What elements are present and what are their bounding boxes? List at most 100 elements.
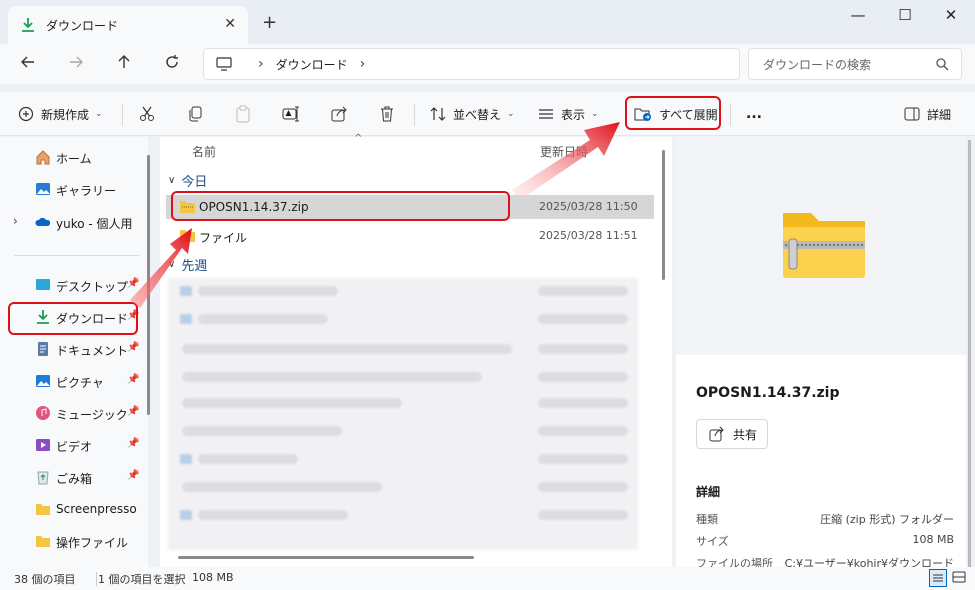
delete-button[interactable]: [378, 98, 396, 130]
rename-button[interactable]: [282, 98, 300, 130]
sidebar-item-music[interactable]: ミュージック 📌: [0, 398, 145, 428]
paste-button[interactable]: [234, 98, 252, 130]
sidebar-item-label: ピクチャ: [56, 376, 104, 390]
clipboard-icon: [236, 105, 250, 123]
chevron-down-icon: ⌄: [591, 109, 599, 119]
prop-value: 圧縮 (zip 形式) フォルダー: [820, 513, 954, 526]
group-label: 先週: [181, 259, 208, 274]
folder-icon: [36, 504, 50, 515]
gallery-icon: [36, 183, 50, 195]
download-icon: [22, 18, 34, 32]
list-view-icon: [933, 574, 943, 582]
sidebar-item-onedrive[interactable]: › yuko - 個人用: [0, 207, 145, 237]
share-button[interactable]: 共有: [696, 419, 768, 449]
details-pane-label: 詳細: [927, 107, 952, 122]
details-scrollbar[interactable]: [968, 140, 971, 570]
pin-icon: 📌: [127, 342, 140, 353]
sidebar-item-home[interactable]: ホーム: [0, 142, 145, 172]
share-icon: [331, 106, 347, 122]
pin-icon: 📌: [127, 470, 140, 481]
search-placeholder: ダウンロードの検索: [763, 57, 872, 72]
preview-area: [676, 137, 966, 355]
view-icon: [539, 109, 553, 119]
sidebar-item-recycle-bin[interactable]: ごみ箱 📌: [0, 462, 145, 492]
item-count: 38 個の項目: [14, 573, 76, 586]
chevron-down-icon: ∨: [168, 175, 176, 186]
sidebar-item-label: ホーム: [56, 152, 92, 166]
forward-button[interactable]: [64, 54, 88, 76]
sidebar-item-label: ミュージック: [56, 408, 128, 422]
folder-icon: [180, 230, 195, 242]
sidebar-item-operation-files[interactable]: 操作ファイル: [0, 526, 145, 556]
address-field[interactable]: › ダウンロード ›: [203, 48, 740, 80]
close-window-button[interactable]: ✕: [928, 6, 974, 28]
up-arrow-icon: [118, 55, 130, 68]
minimize-button[interactable]: —: [835, 6, 881, 28]
tab-downloads[interactable]: ダウンロード ✕: [8, 6, 248, 44]
pin-icon: 📌: [127, 438, 140, 449]
up-button[interactable]: [112, 54, 136, 76]
pin-icon: 📌: [127, 278, 140, 289]
zip-file-highlight: [171, 191, 510, 221]
selection-size: 108 MB: [192, 571, 234, 584]
maximize-button[interactable]: ☐: [882, 6, 928, 28]
share-label: 共有: [733, 427, 758, 442]
sidebar-item-label: ビデオ: [56, 440, 93, 454]
sidebar-item-label: yuko - 個人用: [56, 217, 133, 231]
details-pane: OPOSN1.14.37.zip 共有 詳細 種類 圧縮 (zip 形式) フォ…: [676, 137, 966, 570]
copy-button[interactable]: [186, 98, 204, 130]
sidebar-item-documents[interactable]: ドキュメント 📌: [0, 334, 145, 364]
music-icon: [36, 406, 50, 420]
share-icon: [709, 426, 724, 442]
file-row-folder[interactable]: ファイル 2025/03/28 11:51: [166, 224, 654, 248]
group-header-today[interactable]: ∨ 今日: [168, 171, 207, 190]
view-button[interactable]: 表示 ⌄: [538, 98, 599, 130]
column-header-date[interactable]: 更新日時: [540, 143, 588, 160]
sidebar-scrollbar[interactable]: [147, 155, 150, 415]
details-pane-button[interactable]: 詳細: [904, 98, 951, 130]
title-bar: ダウンロード ✕ + — ☐ ✕: [0, 0, 975, 44]
column-header-name[interactable]: 名前: [192, 143, 216, 160]
sidebar-item-gallery[interactable]: ギャラリー: [0, 174, 145, 204]
file-list-scrollbar[interactable]: [662, 150, 665, 280]
share-button[interactable]: [330, 98, 348, 130]
video-icon: [36, 439, 50, 451]
tiles-view-button[interactable]: [951, 569, 969, 587]
group-label: 今日: [181, 175, 208, 190]
status-bar: 38 個の項目 1 個の項目を選択 108 MB: [0, 567, 975, 590]
pin-icon: 📌: [127, 374, 140, 385]
close-tab-button[interactable]: ✕: [224, 16, 236, 32]
sidebar-item-desktop[interactable]: デスクトップ 📌: [0, 270, 145, 300]
computer-icon: [216, 57, 232, 71]
sort-button[interactable]: 並べ替え ⌄: [430, 98, 515, 130]
sidebar-item-videos[interactable]: ビデオ 📌: [0, 430, 145, 460]
chevron-right-icon[interactable]: ›: [13, 214, 18, 228]
sidebar-item-pictures[interactable]: ピクチャ 📌: [0, 366, 145, 396]
back-button[interactable]: [16, 54, 40, 76]
horizontal-scrollbar[interactable]: [178, 556, 474, 559]
new-tab-button[interactable]: +: [262, 12, 277, 33]
group-header-last-week[interactable]: ∨ 先週: [168, 255, 207, 274]
command-bar: 新規作成 ⌄ 並べ替え ⌄ 表示 ⌄ すべて展開 ... 詳細: [0, 92, 975, 136]
cut-button[interactable]: [138, 98, 156, 130]
more-options-button[interactable]: ...: [746, 98, 762, 130]
sidebar-item-label: ごみ箱: [56, 472, 93, 486]
sort-ascending-icon: ^: [354, 133, 363, 144]
breadcrumb-downloads[interactable]: ダウンロード: [276, 56, 348, 73]
copy-icon: [189, 106, 202, 122]
navigation-pane: ホーム ギャラリー › yuko - 個人用 デスクトップ 📌 ダウンロード 📌…: [0, 137, 148, 567]
plus-circle-icon: [18, 106, 34, 122]
refresh-button[interactable]: [160, 54, 184, 76]
details-view-button[interactable]: [929, 569, 947, 587]
chevron-down-icon: ⌄: [95, 109, 103, 119]
divider: [96, 572, 97, 586]
recycle-bin-icon: [37, 471, 49, 485]
selection-count: 1 個の項目を選択: [98, 573, 186, 586]
forward-arrow-icon: [70, 56, 83, 68]
search-input[interactable]: ダウンロードの検索: [748, 48, 962, 80]
refresh-icon: [166, 55, 178, 68]
trash-icon: [381, 106, 393, 122]
sidebar-item-screenpresso[interactable]: Screenpresso: [0, 494, 145, 524]
new-button[interactable]: 新規作成 ⌄: [18, 98, 103, 130]
chevron-right-icon[interactable]: ›: [360, 56, 366, 72]
